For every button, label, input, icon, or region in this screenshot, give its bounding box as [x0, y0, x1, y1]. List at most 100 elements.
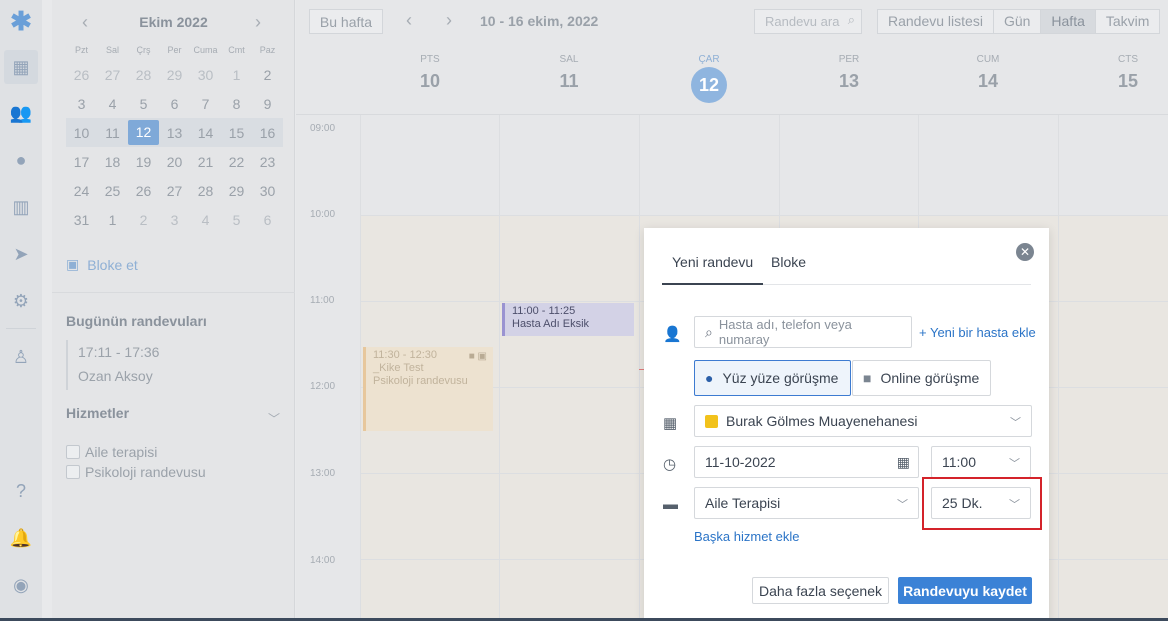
account-icon[interactable]: ◉ — [4, 568, 38, 602]
day-cell-selected[interactable]: 12 — [128, 120, 159, 145]
this-week-button[interactable]: Bu hafta — [309, 9, 383, 34]
service-checkbox[interactable] — [66, 465, 80, 479]
send-icon[interactable]: ➤ — [4, 237, 38, 271]
block-time-link[interactable]: ▣ Bloke et — [66, 256, 138, 273]
chevron-right-icon[interactable]: › — [255, 12, 261, 33]
day-cell[interactable]: 13 — [159, 125, 190, 141]
view-day-tab[interactable]: Gün — [993, 10, 1042, 33]
day-cell[interactable]: 20 — [159, 154, 190, 170]
close-icon[interactable]: ✕ — [1016, 243, 1034, 261]
day-cell[interactable]: 3 — [159, 212, 190, 228]
users-icon[interactable]: 👥 — [4, 96, 38, 130]
day-cell[interactable]: 1 — [221, 67, 252, 83]
day-cell[interactable]: 26 — [66, 67, 97, 83]
day-cell[interactable]: 29 — [221, 183, 252, 199]
day-cell[interactable]: 16 — [252, 125, 283, 141]
chevron-left-icon[interactable]: ‹ — [82, 12, 88, 33]
clinic-select[interactable]: Burak Gölmes Muayenehanesi ﹀ — [694, 405, 1032, 437]
day-header[interactable]: PER 13 — [779, 54, 919, 92]
time-select[interactable]: 11:00 ﹀ — [931, 446, 1031, 478]
day-cell[interactable]: 1 — [97, 212, 128, 228]
block-time-label: Bloke et — [87, 256, 138, 273]
day-cell[interactable]: 14 — [190, 125, 221, 141]
patient-search-input[interactable]: ⌕ Hasta adı, telefon veya numaray — [694, 316, 912, 348]
day-header[interactable]: CUM 14 — [918, 54, 1058, 92]
tab-block[interactable]: Bloke — [771, 254, 806, 283]
view-week-tab[interactable]: Hafta — [1041, 10, 1096, 33]
day-cell[interactable]: 4 — [190, 212, 221, 228]
prev-week-icon[interactable]: ‹ — [406, 10, 412, 31]
day-cell[interactable]: 31 — [66, 212, 97, 228]
view-list-tab[interactable]: Randevu listesi — [878, 10, 994, 33]
service-checkbox[interactable] — [66, 445, 80, 459]
day-cell[interactable]: 11 — [97, 125, 128, 141]
day-cell[interactable]: 2 — [128, 212, 159, 228]
calendar-event[interactable]: 11:00 - 11:25 Hasta Adı Eksik — [502, 303, 634, 336]
day-cell[interactable]: 26 — [128, 183, 159, 199]
day-cell[interactable]: 28 — [190, 183, 221, 199]
day-cell[interactable]: 5 — [128, 96, 159, 112]
column-line — [499, 115, 500, 621]
online-toggle[interactable]: ■ Online görüşme — [852, 360, 991, 396]
appointment-search-input[interactable]: Randevu ara ⌕ — [754, 9, 862, 34]
day-cell[interactable]: 30 — [190, 67, 221, 83]
day-cell[interactable]: 24 — [66, 183, 97, 199]
more-options-button[interactable]: Daha fazla seçenek — [752, 577, 889, 604]
day-cell[interactable]: 25 — [97, 183, 128, 199]
day-cell[interactable]: 28 — [128, 67, 159, 83]
add-patient-link[interactable]: + Yeni bir hasta ekle — [919, 325, 1036, 340]
day-cell[interactable]: 17 — [66, 154, 97, 170]
day-cell[interactable]: 7 — [190, 96, 221, 112]
bell-icon[interactable]: 🔔 — [4, 521, 38, 555]
day-cell[interactable]: 8 — [221, 96, 252, 112]
day-header[interactable]: CTS 15 — [1058, 54, 1168, 92]
day-cell[interactable]: 27 — [97, 67, 128, 83]
profile-icon[interactable]: ♙ — [4, 340, 38, 374]
day-cell[interactable]: 15 — [221, 125, 252, 141]
day-cell[interactable]: 3 — [66, 96, 97, 112]
day-number: 12 — [691, 67, 727, 103]
tab-new-appointment[interactable]: Yeni randevu — [662, 254, 764, 285]
chat-icon[interactable]: ● — [4, 143, 38, 177]
day-cell[interactable]: 10 — [66, 125, 97, 141]
day-cell[interactable]: 6 — [252, 212, 283, 228]
hour-label: 13:00 — [310, 468, 336, 479]
day-name: CUM — [976, 54, 1000, 65]
add-service-link[interactable]: Başka hizmet ekle — [694, 529, 800, 544]
service-filter-item[interactable]: Aile terapisi — [66, 444, 157, 460]
chevron-down-icon[interactable]: ﹀ — [268, 410, 280, 427]
in-person-toggle[interactable]: ● Yüz yüze görüşme — [694, 360, 851, 396]
day-cell[interactable]: 29 — [159, 67, 190, 83]
logo-icon[interactable]: ✱ — [4, 4, 38, 38]
day-cell[interactable]: 30 — [252, 183, 283, 199]
calendar-picker-icon[interactable]: ▦ — [897, 454, 910, 471]
help-icon[interactable]: ? — [4, 474, 38, 508]
day-cell[interactable]: 2 — [252, 67, 283, 83]
day-cell[interactable]: 9 — [252, 96, 283, 112]
week-row: 31 1 2 3 4 5 6 — [66, 205, 283, 234]
day-cell[interactable]: 19 — [128, 154, 159, 170]
day-cell[interactable]: 23 — [252, 154, 283, 170]
calendar-event[interactable]: 11:30 - 12:30 _Kike Test Psikoloji rande… — [363, 347, 493, 431]
date-input[interactable]: 11-10-2022 ▦ — [694, 446, 919, 478]
stats-icon[interactable]: ▥ — [4, 190, 38, 224]
weekday-label: Paz — [259, 45, 276, 55]
day-cell[interactable]: 22 — [221, 154, 252, 170]
day-header-today[interactable]: ÇAR 12 — [639, 54, 779, 103]
service-select[interactable]: Aile Terapisi ﹀ — [694, 487, 919, 519]
day-cell[interactable]: 5 — [221, 212, 252, 228]
day-cell[interactable]: 21 — [190, 154, 221, 170]
day-header[interactable]: PTS 10 — [360, 54, 500, 92]
save-appointment-button[interactable]: Randevuyu kaydet — [898, 577, 1032, 604]
day-header[interactable]: SAL 11 — [499, 54, 639, 92]
service-filter-item[interactable]: Psikoloji randevusu — [66, 464, 206, 480]
today-appointment-item[interactable]: 17:11 - 17:36 Ozan Aksoy — [66, 340, 159, 390]
gear-icon[interactable]: ⚙ — [4, 284, 38, 318]
day-cell[interactable]: 4 — [97, 96, 128, 112]
view-month-tab[interactable]: Takvim — [1095, 10, 1160, 33]
calendar-icon[interactable]: ▦ — [4, 50, 38, 84]
day-cell[interactable]: 27 — [159, 183, 190, 199]
day-cell[interactable]: 18 — [97, 154, 128, 170]
next-week-icon[interactable]: › — [446, 10, 452, 31]
day-cell[interactable]: 6 — [159, 96, 190, 112]
